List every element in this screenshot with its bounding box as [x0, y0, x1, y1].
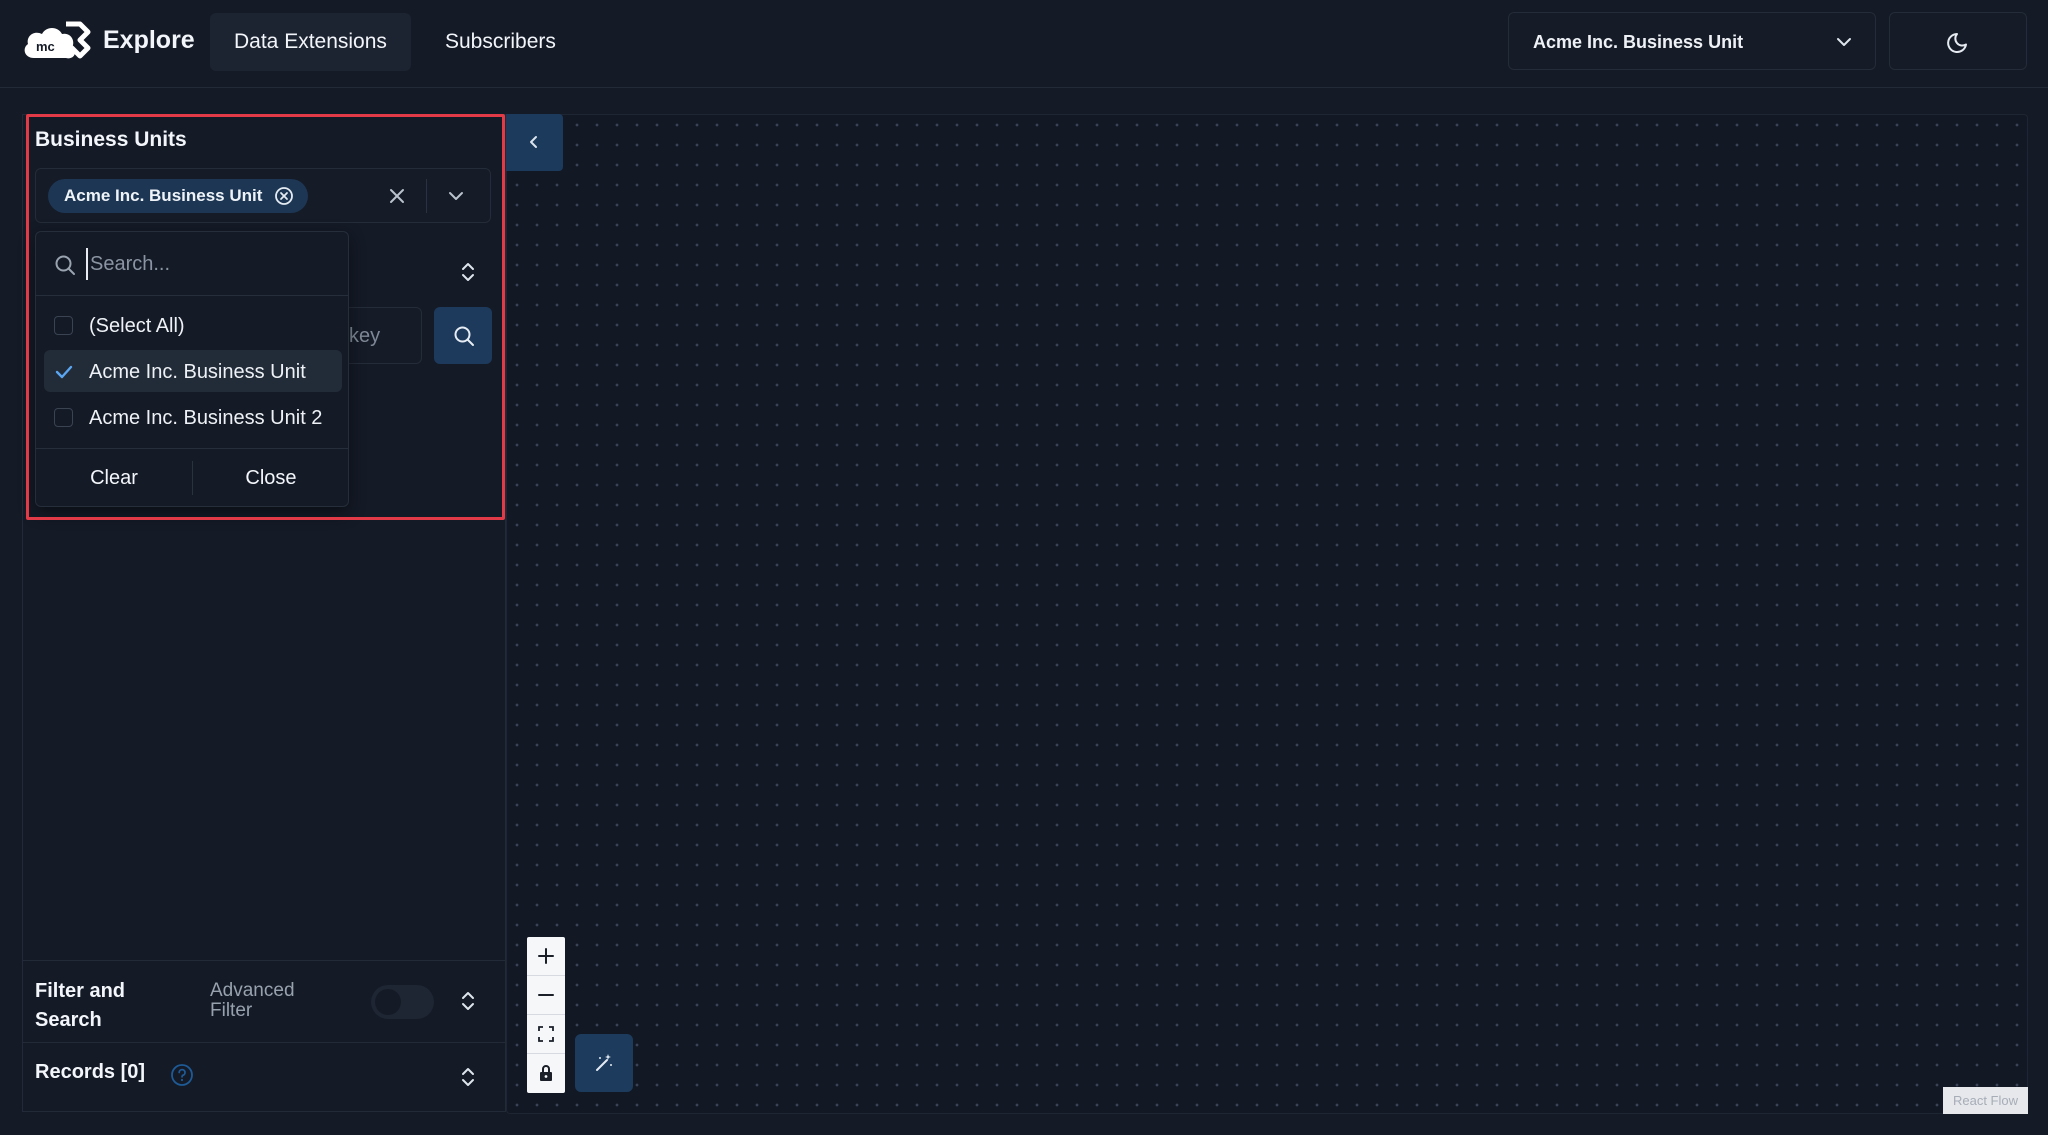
expand-collapse-icon[interactable]: [458, 989, 478, 1013]
lock-button[interactable]: [527, 1054, 565, 1093]
logo-icon: mc: [24, 21, 91, 59]
search-button[interactable]: [434, 307, 492, 364]
zoom-in-button[interactable]: [527, 937, 565, 976]
records-panel[interactable]: Records [0]: [22, 1042, 506, 1112]
divider: [426, 179, 427, 213]
checkbox-checked[interactable]: [54, 362, 73, 381]
fit-view-button[interactable]: [527, 1015, 565, 1054]
flow-canvas[interactable]: [506, 114, 2028, 1114]
records-title: Records [0]: [35, 1061, 146, 1083]
nav-subscribers[interactable]: Subscribers: [421, 13, 580, 71]
business-unit-select[interactable]: Acme Inc. Business Unit: [1508, 12, 1876, 70]
option-select-all[interactable]: (Select All): [44, 304, 342, 346]
chevron-down-icon: [1837, 38, 1851, 46]
theme-toggle-button[interactable]: [1889, 12, 2027, 70]
flow-controls: [527, 937, 565, 1093]
collapse-sidebar-button[interactable]: [506, 114, 563, 171]
expand-collapse-icon[interactable]: [458, 1065, 478, 1089]
advanced-filter-label: Advanced Filter: [210, 980, 295, 1021]
business-units-multiselect[interactable]: Acme Inc. Business Unit: [35, 168, 491, 223]
plus-icon: [538, 948, 554, 964]
dropdown-search-input[interactable]: [86, 248, 326, 280]
toggle-knob: [375, 989, 401, 1015]
business-units-title: Business Units: [35, 128, 187, 151]
chevron-down-icon[interactable]: [447, 187, 465, 205]
clear-selection-icon[interactable]: [387, 186, 407, 206]
auto-layout-button[interactable]: [575, 1034, 633, 1092]
filter-and-search-panel[interactable]: Filter and Search Advanced Filter: [22, 960, 506, 1042]
option-label: Acme Inc. Business Unit: [89, 361, 306, 383]
close-button[interactable]: Close: [193, 449, 349, 507]
business-unit-select-value: Acme Inc. Business Unit: [1533, 32, 1744, 52]
chip-label: Acme Inc. Business Unit: [64, 186, 263, 205]
zoom-out-button[interactable]: [527, 976, 565, 1015]
filter-and-search-title: Filter and Search: [35, 980, 126, 1031]
clear-button[interactable]: Clear: [36, 449, 192, 507]
moon-icon: [1947, 33, 1967, 53]
search-icon: [55, 255, 75, 275]
nav-data-extensions[interactable]: Data Extensions: [210, 13, 411, 71]
option-acme-business-unit-2[interactable]: Acme Inc. Business Unit 2: [44, 396, 342, 438]
logo-text: mc: [36, 39, 55, 54]
fit-view-icon: [538, 1026, 554, 1042]
advanced-filter-toggle[interactable]: [371, 985, 434, 1019]
option-label: Acme Inc. Business Unit 2: [89, 407, 323, 429]
minus-icon: [538, 994, 554, 996]
selected-business-unit-chip: Acme Inc. Business Unit: [48, 179, 309, 213]
react-flow-attribution[interactable]: React Flow: [1943, 1087, 2028, 1114]
sort-toggle-icon[interactable]: [458, 260, 478, 284]
brand-title: Explore: [103, 26, 195, 54]
checkmark-icon: [55, 365, 73, 379]
business-units-dropdown: (Select All) Acme Inc. Business Unit Acm…: [35, 231, 349, 507]
dropdown-search: [36, 232, 348, 296]
magic-wand-icon: [596, 1054, 612, 1071]
top-bar: mc Explore Data Extensions Subscribers A…: [0, 0, 2048, 88]
chevron-left-icon: [530, 136, 537, 148]
help-icon[interactable]: [170, 1063, 194, 1087]
option-acme-business-unit[interactable]: Acme Inc. Business Unit: [44, 350, 342, 392]
remove-chip-icon[interactable]: [274, 186, 294, 206]
checkbox[interactable]: [54, 316, 73, 335]
checkbox[interactable]: [54, 408, 73, 427]
search-icon: [454, 326, 474, 346]
option-label: (Select All): [89, 315, 185, 337]
dropdown-footer: Clear Close: [36, 448, 348, 506]
lock-icon: [540, 1065, 552, 1081]
